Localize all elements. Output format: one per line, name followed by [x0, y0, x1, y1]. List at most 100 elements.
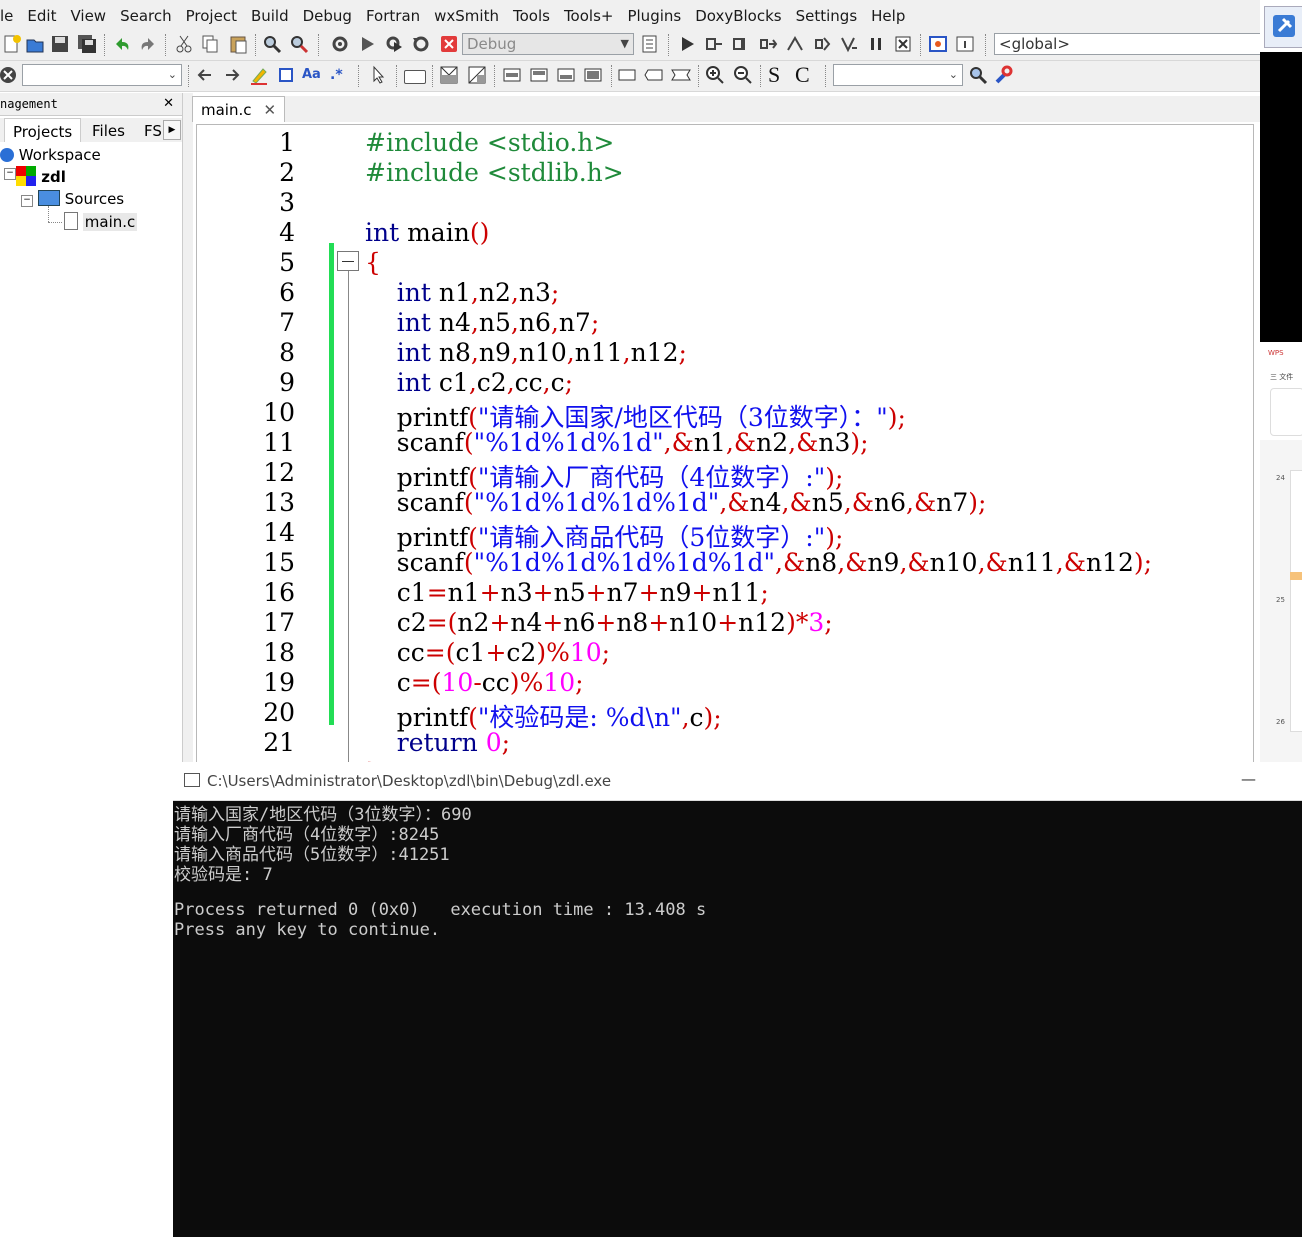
code-line[interactable]: scanf("%1d%1d%1d%1d",&n4,&n5,&n6,&n7); [365, 488, 987, 517]
regex-icon[interactable]: .* [330, 65, 350, 85]
pin-button[interactable] [1264, 6, 1302, 48]
code-line[interactable]: int n1,n2,n3; [365, 278, 560, 307]
collapse-sources-icon[interactable]: − [21, 195, 33, 207]
menu-item[interactable]: Help [871, 7, 905, 25]
code-line[interactable]: { [365, 248, 381, 277]
zoom-in-icon[interactable] [705, 65, 725, 85]
pointer-icon[interactable] [368, 65, 388, 85]
cut-icon[interactable] [174, 34, 194, 54]
console-titlebar[interactable]: C:\Users\Administrator\Desktop\zdl\bin\D… [173, 762, 1302, 801]
menu-item[interactable]: Search [120, 7, 172, 25]
debug-info-icon[interactable] [955, 34, 975, 54]
break-shape-icon[interactable] [671, 65, 691, 85]
loop-block-icon[interactable] [502, 65, 522, 85]
do-while-block-icon[interactable] [556, 65, 576, 85]
code-line[interactable]: scanf("%1d%1d%1d%1d%1d",&n8,&n9,&n10,&n1… [365, 548, 1152, 577]
symbol-select[interactable]: ⌄ [833, 64, 963, 86]
search-symbol-icon[interactable] [968, 65, 988, 85]
tree-workspace[interactable]: Workspace [0, 146, 101, 164]
next-line-icon[interactable] [731, 34, 751, 54]
copy-icon[interactable] [200, 34, 220, 54]
code-line[interactable]: int main() [365, 218, 489, 247]
code-line[interactable]: c=(10-cc)%10; [365, 668, 584, 697]
if-block-icon[interactable] [439, 65, 459, 85]
stop-debug-icon[interactable] [893, 34, 913, 54]
c-button[interactable]: C [795, 64, 815, 86]
code-line[interactable]: int c1,c2,cc,c; [365, 368, 573, 397]
tree-file-main-c[interactable]: main.c [64, 212, 138, 231]
tab-files[interactable]: Files [84, 118, 133, 142]
code-line[interactable]: #include <stdlib.h> [365, 158, 624, 187]
find-next-icon[interactable] [222, 65, 242, 85]
new-file-icon[interactable] [2, 34, 22, 54]
replace-icon[interactable] [289, 34, 309, 54]
find-icon[interactable] [262, 34, 282, 54]
switch-block-icon[interactable] [467, 65, 487, 85]
run-icon[interactable] [357, 34, 377, 54]
s-button[interactable]: S [768, 64, 788, 86]
zoom-out-icon[interactable] [733, 65, 753, 85]
collapse-project-icon[interactable]: − [4, 168, 16, 180]
save-icon[interactable] [50, 34, 70, 54]
redo-icon[interactable] [138, 34, 158, 54]
rebuild-icon[interactable] [411, 34, 431, 54]
step-instruction-icon[interactable] [839, 34, 859, 54]
debug-run-icon[interactable] [677, 34, 697, 54]
block-shape-icon[interactable] [404, 70, 426, 84]
tree-folder-sources[interactable]: Sources [38, 190, 124, 208]
build-settings-icon[interactable] [330, 34, 350, 54]
instruction-shape-icon[interactable] [617, 65, 637, 85]
splitter[interactable] [182, 93, 193, 763]
select-found-icon[interactable] [276, 65, 296, 85]
menu-item[interactable]: Edit [27, 7, 56, 25]
menu-item[interactable]: DoxyBlocks [695, 7, 781, 25]
while-block-icon[interactable] [529, 65, 549, 85]
menu-item[interactable]: wxSmith [434, 7, 499, 25]
find-previous-icon[interactable] [195, 65, 215, 85]
code-line[interactable]: c2=(n2+n4+n6+n8+n10+n12)*3; [365, 608, 833, 637]
minimize-button[interactable]: — [1241, 770, 1256, 788]
save-all-icon[interactable] [77, 34, 97, 54]
console-window[interactable]: C:\Users\Administrator\Desktop\zdl\bin\D… [173, 762, 1302, 1237]
tab-main-c[interactable]: main.c ✕ [192, 96, 286, 122]
build-target-select[interactable]: Debug ▼ [462, 33, 634, 55]
search-input[interactable]: ⌄ [22, 64, 182, 86]
abort-icon[interactable] [439, 34, 459, 54]
menu-item[interactable]: Build [251, 7, 289, 25]
run-to-cursor-icon[interactable] [704, 34, 724, 54]
code-line[interactable]: cc=(c1+c2)%10; [365, 638, 610, 667]
step-into-icon[interactable] [785, 34, 805, 54]
menu-item[interactable]: View [70, 7, 106, 25]
code-line[interactable]: #include <stdio.h> [365, 128, 614, 157]
code-line[interactable]: int n4,n5,n6,n7; [365, 308, 599, 337]
select-target-icon[interactable] [640, 34, 660, 54]
debug-windows-icon[interactable] [928, 34, 948, 54]
match-case-icon[interactable]: Aa [302, 65, 322, 85]
code-line[interactable]: int n8,n9,n10,n11,n12; [365, 338, 687, 367]
menu-item[interactable]: Fortran [366, 7, 420, 25]
code-line[interactable]: return 0; [365, 728, 510, 757]
highlight-icon[interactable] [249, 65, 269, 85]
paste-icon[interactable] [228, 34, 248, 54]
open-file-icon[interactable] [25, 34, 45, 54]
wrench-icon[interactable] [994, 65, 1014, 85]
repeat-block-icon[interactable] [583, 65, 603, 85]
undo-icon[interactable] [112, 34, 132, 54]
step-out-icon[interactable] [812, 34, 832, 54]
menu-item[interactable]: Debug [303, 7, 352, 25]
call-shape-icon[interactable] [644, 65, 664, 85]
scope-select[interactable]: <global> [994, 33, 1260, 55]
next-instruction-icon[interactable] [758, 34, 778, 54]
fold-toggle-icon[interactable] [337, 251, 359, 271]
menu-item[interactable]: Plugins [627, 7, 681, 25]
tree-project-zdl[interactable]: zdl [16, 166, 66, 186]
menu-item[interactable]: Tools [513, 7, 550, 25]
tabs-scroll-right-icon[interactable]: ▶ [163, 120, 181, 140]
close-search-icon[interactable] [0, 65, 20, 85]
code-line[interactable]: c1=n1+n3+n5+n7+n9+n11; [365, 578, 769, 607]
menu-item[interactable]: Tools+ [564, 7, 614, 25]
close-panel-icon[interactable]: ✕ [163, 93, 174, 115]
code-editor[interactable]: 12345678910111213141516171819202122 #inc… [196, 124, 1254, 764]
menu-item[interactable]: Settings [796, 7, 858, 25]
menu-item[interactable]: Project [186, 7, 237, 25]
